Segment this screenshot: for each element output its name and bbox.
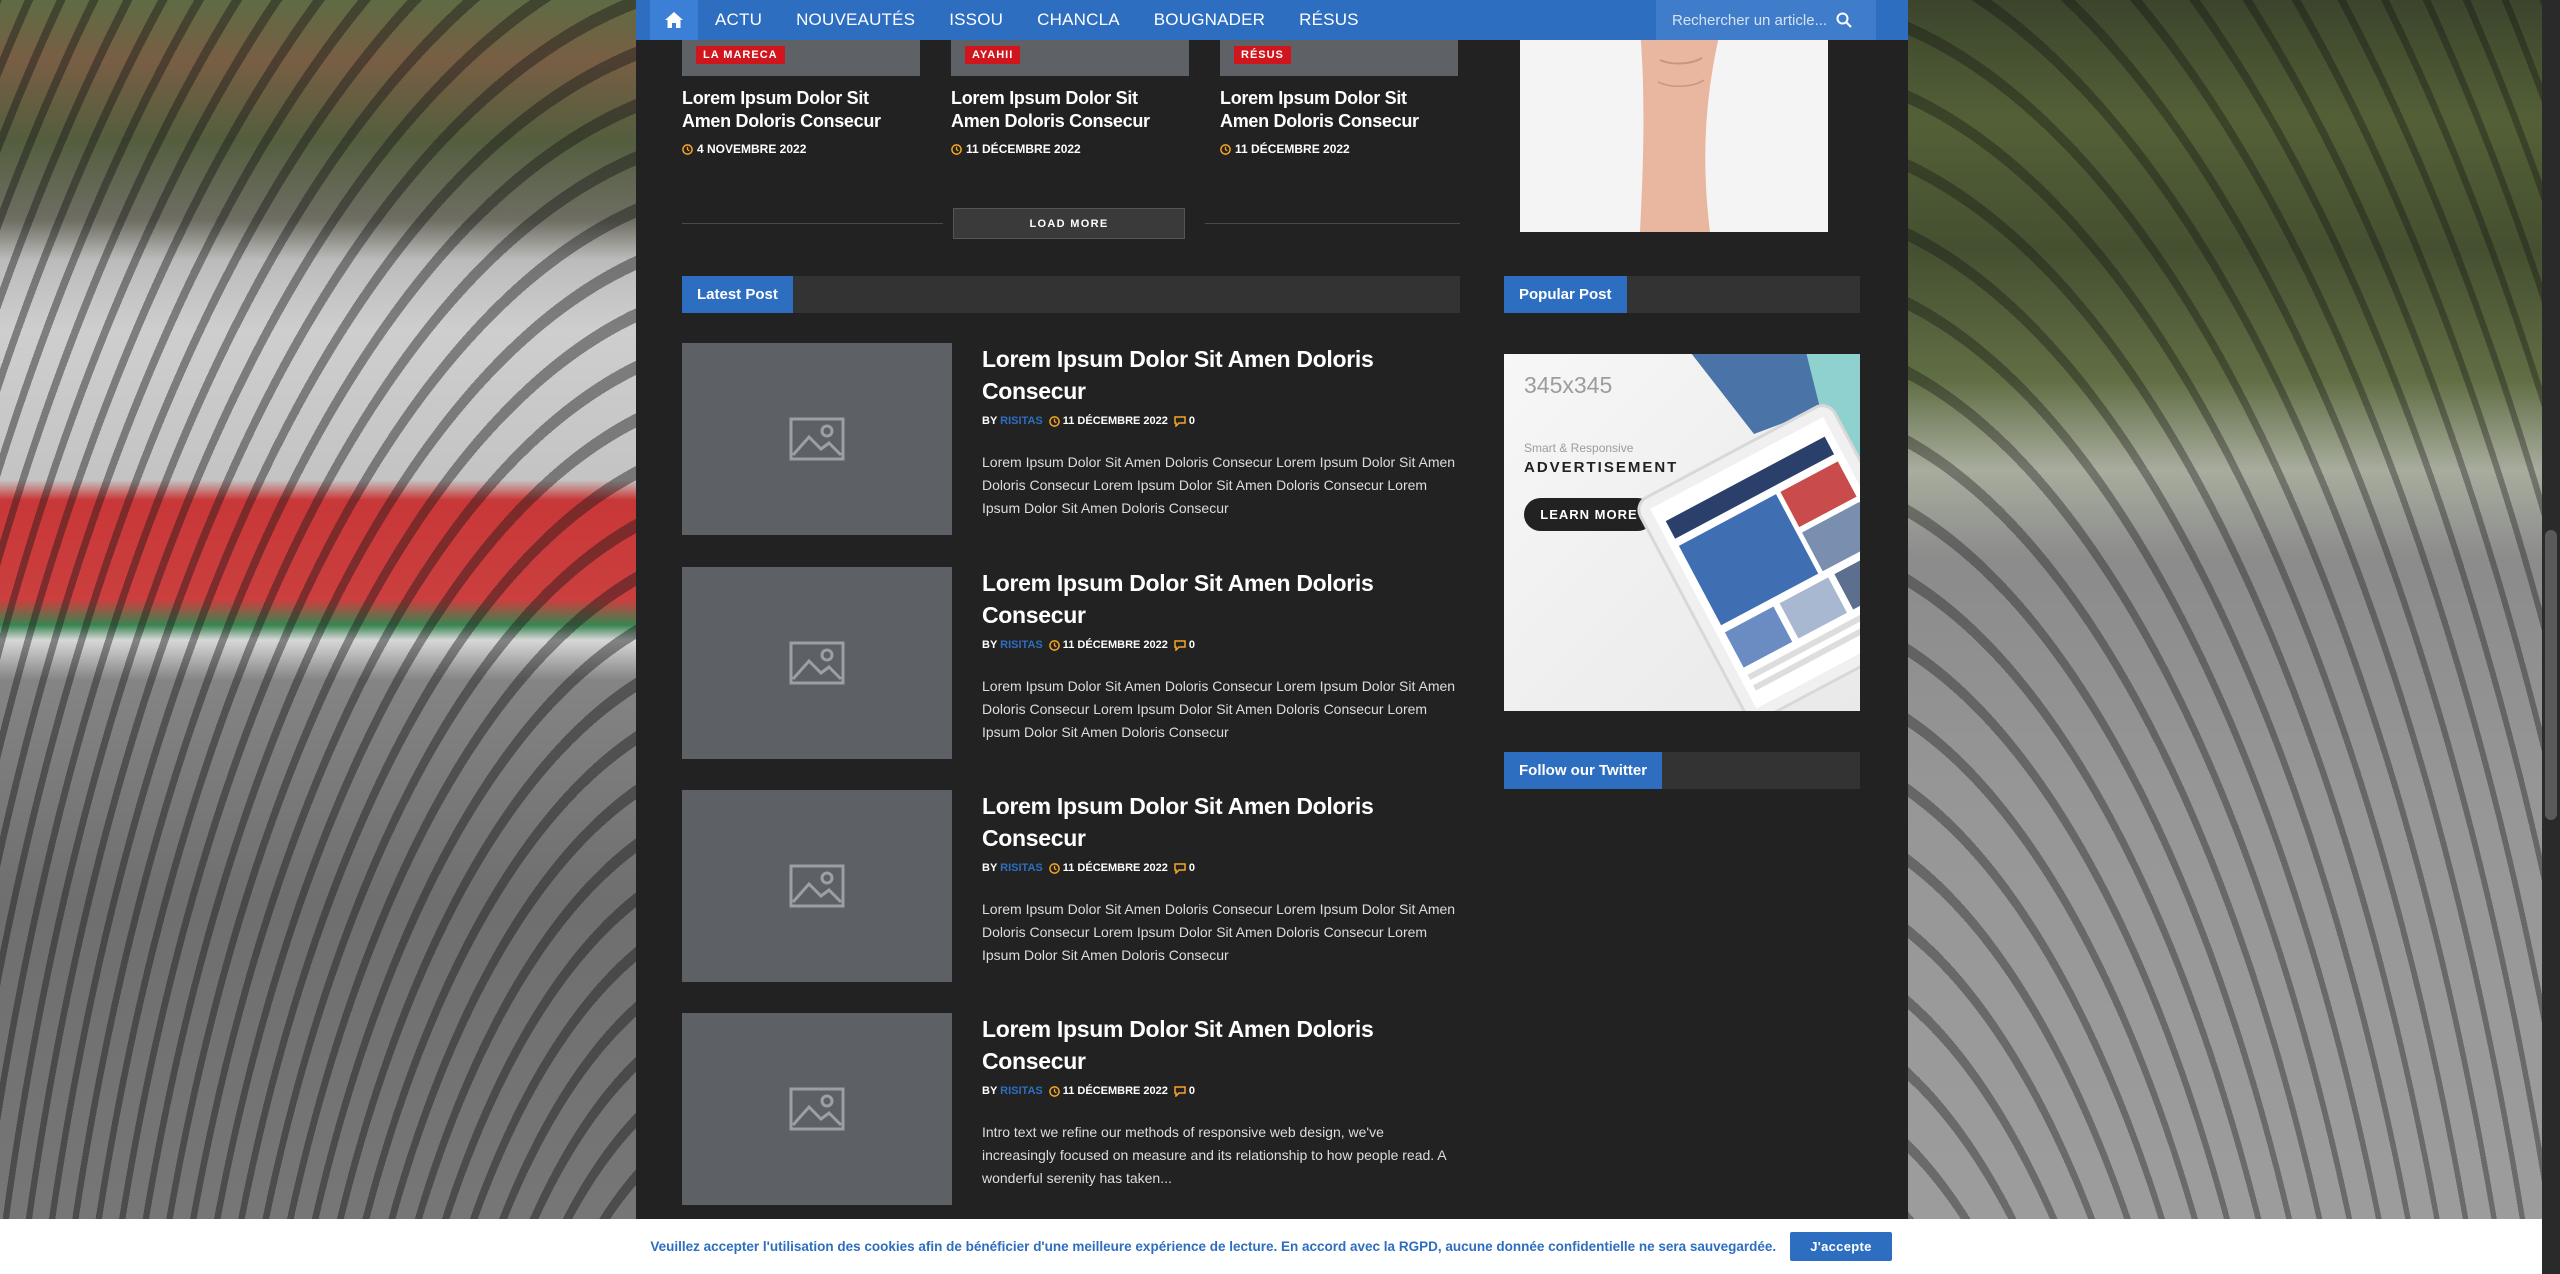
search-input[interactable] [1656,11,1836,29]
accept-cookies-button[interactable]: J'accepte [1790,1232,1892,1261]
twitter-heading: Follow our Twitter [1504,752,1663,789]
clock-icon [1048,1085,1060,1097]
search-icon[interactable] [1836,12,1852,28]
nav-item-issou[interactable]: ISSOU [932,0,1020,40]
clock-icon [1220,143,1231,155]
comment-count[interactable]: 0 [1189,862,1195,874]
card-title[interactable]: Lorem Ipsum Dolor Sit Amen Doloris Conse… [951,87,1189,133]
post-title[interactable]: Lorem Ipsum Dolor Sit Amen Doloris Conse… [982,790,1460,854]
nav-item-resus[interactable]: RÉSUS [1282,0,1376,40]
post-excerpt: Lorem Ipsum Dolor Sit Amen Doloris Conse… [982,678,1456,740]
home-button[interactable] [650,0,698,40]
comment-icon[interactable] [1174,639,1186,651]
post-date: 11 DÉCEMBRE 2022 [1062,862,1168,874]
list-item[interactable]: Lorem Ipsum Dolor Sit Amen Doloris Conse… [682,567,1460,759]
popular-post-header: Popular Post [1504,276,1860,313]
main-container: LA MARECA Lorem Ipsum Dolor Sit Amen Dol… [636,0,1908,1274]
list-item[interactable]: Lorem Ipsum Dolor Sit Amen Doloris Conse… [682,343,1460,535]
clock-icon [1048,639,1060,651]
scrollbar-thumb[interactable] [2545,530,2557,820]
post-date: 11 DÉCEMBRE 2022 [1062,415,1168,427]
learn-more-button[interactable]: LEARN MORE [1524,498,1654,531]
card-date-text: 11 DÉCEMBRE 2022 [966,142,1081,156]
category-badge[interactable]: RÉSUS [1234,46,1291,64]
post-thumbnail[interactable] [682,567,952,759]
meta-by: BY [982,1085,998,1097]
nav-item-bougnader[interactable]: BOUGNADER [1137,0,1282,40]
post-author[interactable]: RISITAS [1000,1085,1043,1097]
background-right [1908,0,2560,1274]
post-meta: BY RISITAS 11 DÉCEMBRE 2022 0 [982,415,1195,427]
ad-size: 345x345 [1524,372,1613,398]
comment-icon[interactable] [1174,862,1186,874]
post-title[interactable]: Lorem Ipsum Dolor Sit Amen Doloris Conse… [982,343,1460,407]
tablet-illustration [1637,354,1860,711]
post-author[interactable]: RISITAS [1000,415,1043,427]
post-meta: BY RISITAS 11 DÉCEMBRE 2022 0 [982,862,1195,874]
post-thumbnail[interactable] [682,1013,952,1205]
post-thumbnail[interactable] [682,343,952,535]
meta-by: BY [982,639,998,651]
card-date: 11 DÉCEMBRE 2022 [1220,142,1350,156]
card-date-text: 11 DÉCEMBRE 2022 [1235,142,1350,156]
list-item[interactable]: Lorem Ipsum Dolor Sit Amen Doloris Conse… [682,1013,1460,1205]
card-title[interactable]: Lorem Ipsum Dolor Sit Amen Doloris Conse… [1220,87,1458,133]
ad-subtitle: Smart & Responsive [1524,441,1634,455]
post-meta: BY RISITAS 11 DÉCEMBRE 2022 0 [982,639,1195,651]
meta-by: BY [982,862,998,874]
cookie-consent-bar: Veuillez accepter l'utilisation des cook… [0,1219,2542,1274]
nav-item-chancla[interactable]: CHANCLA [1020,0,1137,40]
load-more-button[interactable]: LOAD MORE [953,208,1185,239]
top-navigation: ACTU NOUVEAUTÉS ISSOU CHANCLA BOUGNADER … [636,0,1908,40]
post-author[interactable]: RISITAS [1000,862,1043,874]
card-title[interactable]: Lorem Ipsum Dolor Sit Amen Doloris Conse… [682,87,920,133]
post-thumbnail[interactable] [682,790,952,982]
latest-post-header: Latest Post [682,276,1460,313]
comment-icon[interactable] [1174,415,1186,427]
post-excerpt: Intro text we refine our methods of resp… [982,1124,1446,1186]
card-date: 11 DÉCEMBRE 2022 [951,142,1081,156]
image-placeholder-icon [789,641,845,685]
list-item[interactable]: Lorem Ipsum Dolor Sit Amen Doloris Conse… [682,790,1460,982]
post-excerpt: Lorem Ipsum Dolor Sit Amen Doloris Conse… [982,454,1456,516]
divider-line [682,223,943,224]
meta-by: BY [982,415,998,427]
post-meta: BY RISITAS 11 DÉCEMBRE 2022 0 [982,1085,1195,1097]
clock-icon [951,143,962,155]
post-author[interactable]: RISITAS [1000,639,1043,651]
cookie-text: Veuillez accepter l'utilisation des cook… [650,1239,1777,1254]
image-placeholder-icon [789,864,845,908]
nav-item-actu[interactable]: ACTU [698,0,779,40]
divider-line [1205,223,1460,224]
comment-count[interactable]: 0 [1189,415,1195,427]
clock-icon [1048,415,1060,427]
background-left [0,0,636,1274]
image-placeholder-icon [789,1087,845,1131]
card-date-text: 4 NOVEMBRE 2022 [697,142,807,156]
post-date: 11 DÉCEMBRE 2022 [1062,1085,1168,1097]
comment-count[interactable]: 0 [1189,1085,1195,1097]
comment-icon[interactable] [1174,1085,1186,1097]
post-date: 11 DÉCEMBRE 2022 [1062,639,1168,651]
popular-post-heading: Popular Post [1504,276,1627,313]
page-scrollbar[interactable] [2542,0,2560,1274]
twitter-header: Follow our Twitter [1504,752,1860,789]
post-title[interactable]: Lorem Ipsum Dolor Sit Amen Doloris Conse… [982,1013,1460,1077]
latest-post-heading: Latest Post [682,276,793,313]
nav-item-nouveautes[interactable]: NOUVEAUTÉS [779,0,932,40]
clock-icon [682,143,693,155]
image-placeholder-icon [789,417,845,461]
category-badge[interactable]: LA MARECA [696,46,785,64]
clock-icon [1048,862,1060,874]
ad-title: ADVERTISEMENT [1524,459,1679,476]
category-badge[interactable]: AYAHII [965,46,1021,64]
post-title[interactable]: Lorem Ipsum Dolor Sit Amen Doloris Conse… [982,567,1460,631]
home-icon [665,12,683,28]
post-excerpt: Lorem Ipsum Dolor Sit Amen Doloris Conse… [982,901,1456,963]
card-date: 4 NOVEMBRE 2022 [682,142,806,156]
advertisement-banner[interactable]: 345x345 Smart & Responsive ADVERTISEMENT… [1504,354,1860,711]
search-box [1656,0,1876,40]
comment-count[interactable]: 0 [1189,639,1195,651]
